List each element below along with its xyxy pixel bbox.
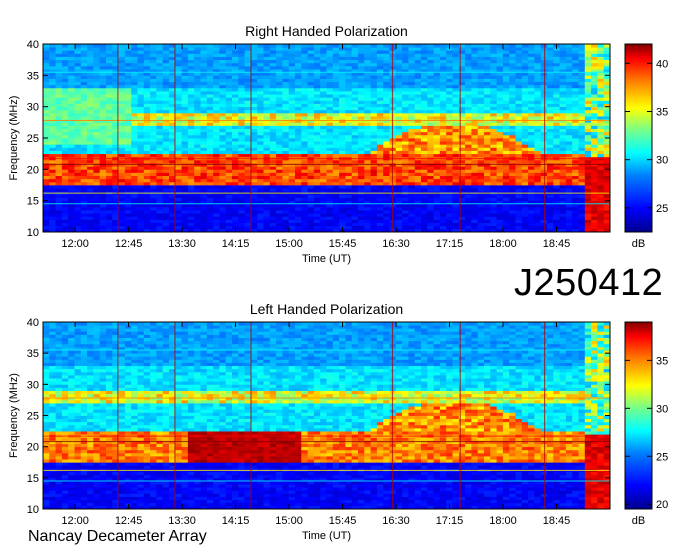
colorbar-tick-label: 25: [656, 203, 668, 215]
colorbar-tick-label: 20: [656, 499, 668, 511]
y-tick-label: 15: [27, 196, 39, 208]
x-tick-label: 18:45: [543, 238, 571, 250]
x-tick-label: 12:00: [61, 238, 89, 250]
y-tick-label: 30: [27, 379, 39, 391]
colorbar-tick-label: 35: [656, 106, 668, 118]
observation-id: J250412: [514, 262, 664, 304]
x-tick-label: 15:45: [329, 238, 357, 250]
y-tick-label: 30: [27, 102, 39, 114]
x-tick-label: 13:30: [168, 238, 196, 250]
x-tick-label: 15:45: [329, 515, 357, 527]
y-tick-label: 35: [27, 348, 39, 360]
y-axis-label: Frequency (MHz): [8, 373, 20, 458]
colorbar-tick-label: 35: [656, 355, 668, 367]
x-tick-label: 18:45: [543, 515, 571, 527]
spectrogram-image: [43, 322, 611, 510]
instrument-label: Nancay Decameter Array: [28, 528, 207, 545]
x-axis-label: Time (UT): [302, 530, 351, 542]
y-tick-label: 35: [27, 70, 39, 82]
colorbar: [624, 321, 653, 510]
x-tick-label: 17:15: [436, 238, 464, 250]
colorbar-unit-label: dB: [632, 238, 645, 250]
x-tick-label: 17:15: [436, 515, 464, 527]
colorbar: [624, 43, 653, 233]
y-tick-label: 25: [27, 411, 39, 423]
colorbar-tick-label: 30: [656, 403, 668, 415]
x-tick-label: 16:30: [382, 515, 410, 527]
x-tick-label: 13:30: [168, 515, 196, 527]
x-tick-label: 15:00: [275, 238, 303, 250]
x-tick-label: 18:00: [489, 515, 517, 527]
x-tick-label: 12:45: [115, 515, 143, 527]
y-tick-label: 20: [27, 442, 39, 454]
colorbar-unit-label: dB: [632, 515, 645, 527]
spectrogram-image: [43, 44, 611, 233]
x-axis-label: Time (UT): [302, 253, 351, 265]
colorbar-tick-label: 40: [656, 58, 668, 70]
x-tick-label: 14:15: [222, 238, 250, 250]
y-tick-label: 20: [27, 164, 39, 176]
y-tick-label: 40: [27, 317, 39, 329]
x-tick-label: 18:00: [489, 238, 517, 250]
chart-title: Left Handed Polarization: [250, 301, 403, 317]
x-tick-label: 15:00: [275, 515, 303, 527]
y-tick-label: 10: [27, 504, 39, 516]
panel-left-polarization: Left Handed Polarization 12:00 12:45 13:30 1…: [8, 301, 668, 542]
y-axis-label: Frequency (MHz): [8, 96, 20, 181]
chart-title: Right Handed Polarization: [245, 23, 408, 39]
x-tick-label: 12:45: [115, 238, 143, 250]
colorbar-tick-label: 25: [656, 451, 668, 463]
y-tick-label: 40: [27, 39, 39, 51]
x-tick-label: 12:00: [61, 515, 89, 527]
y-tick-label: 10: [27, 227, 39, 239]
panel-right-polarization: Right Handed Polarization 12:00 12:45 13:30…: [8, 23, 668, 265]
y-tick-label: 15: [27, 473, 39, 485]
x-tick-label: 14:15: [222, 515, 250, 527]
colorbar-tick-label: 30: [656, 155, 668, 167]
y-tick-label: 25: [27, 133, 39, 145]
x-tick-label: 16:30: [382, 238, 410, 250]
